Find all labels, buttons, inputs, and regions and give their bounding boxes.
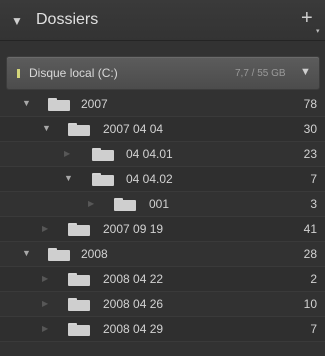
folder-name: 04 04.02 [126,172,173,186]
add-folder-menu-icon[interactable]: ▾ [316,27,320,35]
folder-name: 2008 04 26 [103,297,164,311]
folder-row[interactable]: ▼ 2008 28 [0,242,325,267]
collapsed-triangle-icon[interactable]: ▶ [42,299,48,308]
folder-count: 28 [303,247,317,261]
folder-row[interactable]: ▶ 2008 04 26 10 [0,292,325,317]
volume-label: Disque local (C:) [29,66,118,80]
folder-count: 2 [310,272,317,286]
volume-expand-icon[interactable]: ▼ [300,66,311,78]
volume-bar[interactable]: Disque local (C:) 7,7 / 55 GB ▼ [6,56,320,90]
folder-name: 2008 04 22 [103,272,164,286]
folder-name: 2007 09 19 [103,222,164,236]
folder-row[interactable]: ▶ 001 3 [0,192,325,217]
folder-icon [92,148,114,161]
volume-status-light [17,69,20,78]
folder-name: 001 [149,197,170,211]
folder-count: 41 [303,222,317,236]
folder-row[interactable]: ▼ 2007 04 04 30 [0,117,325,142]
folder-icon [68,223,90,236]
expand-triangle-icon[interactable]: ▼ [64,173,73,183]
folder-icon [92,173,114,186]
folder-icon [114,198,136,211]
folder-icon [48,248,70,261]
folder-icon [68,123,90,136]
folder-count: 3 [310,197,317,211]
expand-triangle-icon[interactable]: ▼ [42,123,51,133]
folder-count: 7 [310,172,317,186]
folder-count: 23 [303,147,317,161]
folder-count: 78 [303,97,317,111]
folder-row[interactable]: ▶ 2008 04 22 2 [0,267,325,292]
folder-row[interactable]: ▶ 04 04.01 23 [0,142,325,167]
folder-row[interactable]: ▼ 04 04.02 7 [0,167,325,192]
folder-icon [68,298,90,311]
folders-panel: ▼ Dossiers + ▾ Disque local (C:) 7,7 / 5… [0,0,325,356]
folder-row[interactable]: ▼ 2007 78 [0,92,325,117]
folder-count: 10 [303,297,317,311]
volume-size: 7,7 / 55 GB [235,68,286,79]
collapse-panel-icon[interactable]: ▼ [11,14,23,28]
folder-row[interactable]: ▶ 2008 04 29 7 [0,317,325,342]
expand-triangle-icon[interactable]: ▼ [22,98,31,108]
folder-name: 2008 [81,247,108,261]
folder-icon [68,323,90,336]
folder-icon [48,98,70,111]
folder-name: 2007 04 04 [103,122,164,136]
folder-name: 04 04.01 [126,147,173,161]
folder-icon [68,273,90,286]
collapsed-triangle-icon[interactable]: ▶ [64,149,70,158]
collapsed-triangle-icon[interactable]: ▶ [42,274,48,283]
panel-title: Dossiers [36,11,99,28]
expand-triangle-icon[interactable]: ▼ [22,248,31,258]
collapsed-triangle-icon[interactable]: ▶ [88,199,94,208]
collapsed-triangle-icon[interactable]: ▶ [42,324,48,333]
folder-count: 30 [303,122,317,136]
collapsed-triangle-icon[interactable]: ▶ [42,224,48,233]
add-folder-icon[interactable]: + [301,7,313,30]
folder-name: 2007 [81,97,108,111]
folders-panel-header[interactable]: ▼ Dossiers + ▾ [0,0,325,41]
folder-count: 7 [310,322,317,336]
folder-name: 2008 04 29 [103,322,164,336]
folder-row[interactable]: ▶ 2007 09 19 41 [0,217,325,242]
